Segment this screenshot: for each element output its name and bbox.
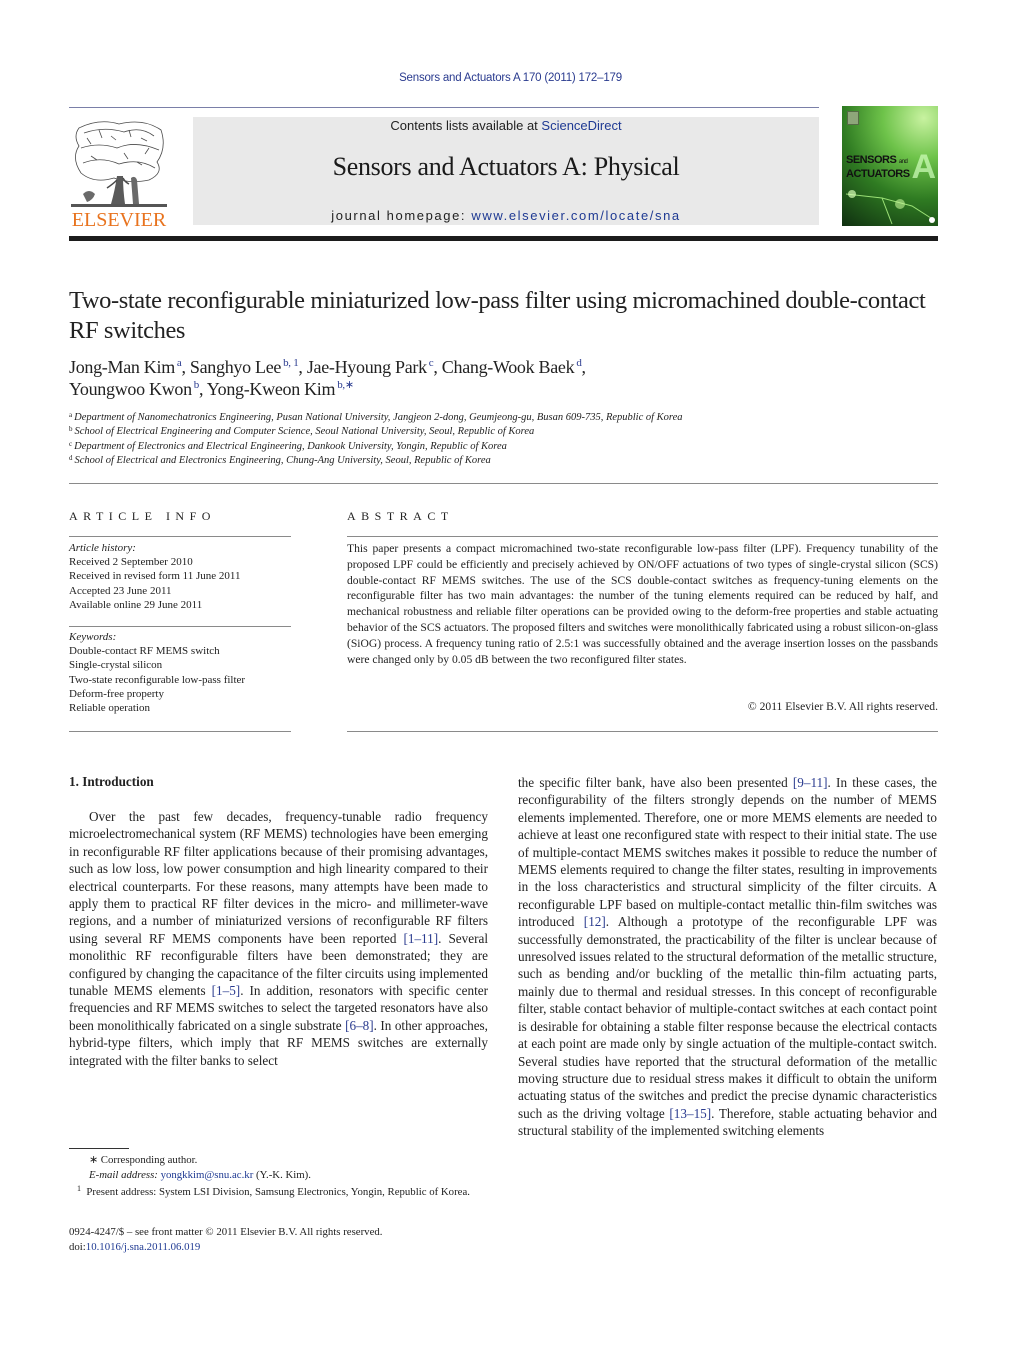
article-history: Article history: Received 2 September 20… bbox=[69, 541, 291, 612]
history-item: Received 2 September 2010 bbox=[69, 556, 193, 569]
issn-line: 0924-4247/$ – see front matter © 2011 El… bbox=[69, 1226, 383, 1238]
elsevier-tree-icon: ELSEVIER bbox=[71, 121, 167, 231]
running-head[interactable]: Sensors and Actuators A 170 (2011) 172–1… bbox=[0, 72, 1021, 84]
elsevier-wordmark: ELSEVIER bbox=[72, 209, 167, 230]
affiliation: b School of Electrical Engineering and Co… bbox=[69, 425, 535, 438]
affiliation-list: a Department of Nanomechatronics Engineer… bbox=[69, 411, 939, 468]
keyword: Double-contact RF MEMS switch bbox=[69, 645, 220, 658]
keywords: Keywords: Double-contact RF MEMS switch … bbox=[69, 630, 291, 715]
body-column-left: Over the past few decades, frequency-tun… bbox=[69, 808, 488, 1069]
author[interactable]: Jae-Hyoung Park c bbox=[307, 357, 434, 377]
info-divider bbox=[69, 536, 291, 537]
cover-line1: SENSORS bbox=[846, 154, 897, 166]
contents-line: Contents lists available at ScienceDirec… bbox=[193, 118, 819, 133]
citation-link[interactable]: [6–8] bbox=[345, 1018, 374, 1033]
footnote-mark: ∗ bbox=[89, 1154, 99, 1166]
history-label: Article history: bbox=[69, 542, 136, 554]
info-divider bbox=[69, 626, 291, 627]
author[interactable]: Youngwoo Kwon b bbox=[69, 379, 199, 399]
abstract-text: This paper presents a compact micromachi… bbox=[347, 542, 938, 666]
article-title: Two-state reconfigurable miniaturized lo… bbox=[69, 287, 926, 344]
info-divider bbox=[69, 731, 291, 732]
cover-circuit-graphic-icon bbox=[845, 190, 935, 225]
journal-homepage-link[interactable]: www.elsevier.com/locate/sna bbox=[471, 208, 680, 223]
footnote-rule bbox=[69, 1148, 129, 1149]
citation-link[interactable]: [9–11] bbox=[793, 775, 828, 790]
keyword: Deform-free property bbox=[69, 687, 164, 700]
journal-title: Sensors and Actuators A: Physical bbox=[332, 152, 680, 181]
sciencedirect-link[interactable]: ScienceDirect bbox=[541, 118, 621, 133]
cover-line1-small: and bbox=[898, 159, 908, 165]
paragraph: Over the past few decades, frequency-tun… bbox=[69, 808, 488, 1069]
doi-link[interactable]: 10.1016/j.sna.2011.06.019 bbox=[86, 1241, 200, 1253]
affiliation: a Department of Nanomechatronics Engineer… bbox=[69, 411, 683, 424]
author-list: Jong-Man Kim a, Sanghyo Lee b, 1, Jae-Hyou… bbox=[69, 357, 586, 399]
citation-link[interactable]: [13–15] bbox=[669, 1106, 711, 1121]
history-item: Available online 29 June 2011 bbox=[69, 598, 203, 611]
abstract-copyright: © 2011 Elsevier B.V. All rights reserved… bbox=[747, 700, 938, 713]
author[interactable]: Jong-Man Kim a bbox=[69, 357, 182, 377]
history-item: Accepted 23 June 2011 bbox=[69, 584, 172, 597]
citation-link[interactable]: [1–5] bbox=[212, 983, 241, 998]
footnotes: ∗ Corresponding author. E-mail address: … bbox=[69, 1153, 489, 1200]
affiliation: c Department of Electronics and Electrica… bbox=[69, 439, 507, 452]
section-heading-introduction: 1. Introduction bbox=[69, 774, 154, 789]
keyword: Single-crystal silicon bbox=[69, 659, 163, 672]
section-divider bbox=[69, 483, 938, 484]
footnote-email: E-mail address: yongkkim@snu.ac.kr (Y.-K… bbox=[89, 1168, 311, 1181]
author[interactable]: Sanghyo Lee b, 1 bbox=[190, 357, 299, 377]
footnote-mark: 1 bbox=[77, 1184, 81, 1193]
footnote-corresponding: ∗ Corresponding author. bbox=[89, 1154, 198, 1166]
author-affiliation-mark: b, 1 bbox=[283, 357, 299, 369]
abstract-divider bbox=[347, 536, 938, 537]
body-column-right: the specific filter bank, have also been… bbox=[518, 774, 937, 1140]
keywords-label: Keywords: bbox=[69, 631, 117, 643]
homepage-prefix: journal homepage: bbox=[331, 208, 472, 223]
author[interactable]: Chang-Wook Baek d bbox=[442, 357, 582, 377]
history-item: Received in revised form 11 June 2011 bbox=[69, 570, 241, 583]
citation-link[interactable]: [1–11] bbox=[403, 931, 438, 946]
top-rule bbox=[69, 107, 819, 108]
header-thick-rule bbox=[69, 236, 938, 241]
article-info-heading: ARTICLE INFO bbox=[69, 509, 216, 523]
affiliation: d School of Electrical and Electronics En… bbox=[69, 453, 491, 466]
elsevier-logo[interactable]: ELSEVIER bbox=[69, 118, 169, 231]
text-run: Over the past few decades, frequency-tun… bbox=[69, 809, 488, 946]
front-matter: 0924-4247/$ – see front matter © 2011 El… bbox=[69, 1225, 489, 1255]
keyword: Two-state reconfigurable low-pass filter bbox=[69, 673, 246, 686]
author-affiliation-mark: b,∗ bbox=[337, 379, 354, 391]
abstract-heading: ABSTRACT bbox=[347, 509, 454, 523]
text-run: the specific filter bank, have also been… bbox=[518, 775, 793, 790]
paragraph: the specific filter bank, have also been… bbox=[518, 774, 937, 1140]
cover-publisher-mark-icon bbox=[847, 111, 859, 125]
abstract-divider bbox=[347, 731, 938, 732]
citation-link[interactable]: [12] bbox=[584, 914, 606, 929]
footnote-present-address: 1 Present address: System LSI Division, … bbox=[69, 1182, 489, 1200]
homepage-line: journal homepage: www.elsevier.com/locat… bbox=[193, 208, 819, 223]
email-link[interactable]: yongkkim@snu.ac.kr bbox=[161, 1169, 254, 1181]
journal-cover[interactable]: A SENSORS and ACTUATORS bbox=[842, 106, 938, 226]
doi-line: doi:10.1016/j.sna.2011.06.019 bbox=[69, 1241, 201, 1253]
author[interactable]: Yong-Kweon Kim b,∗ bbox=[207, 379, 354, 399]
text-run: . In these cases, the reconfigurability … bbox=[518, 775, 937, 930]
contents-prefix: Contents lists available at bbox=[390, 118, 542, 133]
keyword: Reliable operation bbox=[69, 702, 150, 715]
text-run: . Although a prototype of the reconfigur… bbox=[518, 914, 937, 1121]
